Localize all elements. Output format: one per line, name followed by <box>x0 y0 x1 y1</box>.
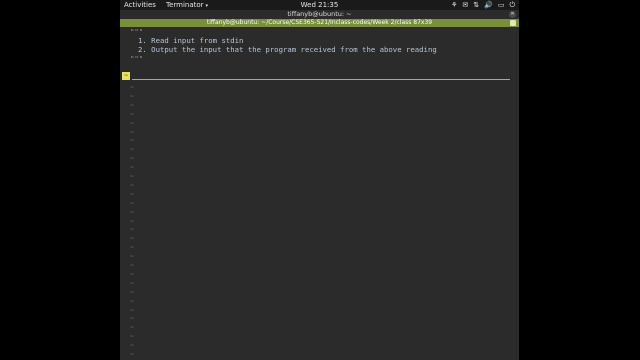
tilde-marker: ~ <box>130 190 134 198</box>
tilde-marker: ~ <box>130 253 134 261</box>
tilde-marker: ~ <box>130 164 134 172</box>
tilde-marker: ~ <box>130 351 134 358</box>
window-title: tiffanyb@ubuntu: ~ <box>287 10 352 18</box>
tilde-marker: ~ <box>130 333 134 341</box>
tilde-marker: ~ <box>130 84 134 91</box>
terminal-body[interactable]: """ 1. Read input from stdin 2. Output t… <box>120 27 519 360</box>
window-titlebar[interactable]: tiffanyb@ubuntu: ~ ✕ <box>120 10 519 19</box>
tilde-marker: ~ <box>130 155 134 163</box>
tilde-marker: ~ <box>130 146 134 154</box>
gnome-top-bar: Activities Terminator ▾ Wed 21:35 ⚘ ✉ ⇅ 🔊… <box>120 0 519 10</box>
tilde-marker: ~ <box>130 244 134 252</box>
tilde-marker: ~ <box>130 288 134 296</box>
tilde-marker: ~ <box>130 217 134 225</box>
power-icon[interactable]: ⏻ <box>509 0 515 10</box>
docstring-open: """ <box>130 27 144 36</box>
volume-icon[interactable]: 🔊 <box>484 0 493 10</box>
tilde-marker: ~ <box>130 137 134 145</box>
group-icon[interactable] <box>510 20 516 26</box>
tilde-marker: ~ <box>130 92 134 100</box>
docstring-close: """ <box>130 54 144 63</box>
tilde-marker: ~ <box>130 101 134 109</box>
close-button[interactable]: ✕ <box>509 11 516 18</box>
text-cursor: ~ <box>122 72 130 80</box>
text-line-2: 2. Output the input that the program rec… <box>138 45 437 54</box>
tilde-marker: ~ <box>130 262 134 269</box>
tilde-marker: ~ <box>130 208 134 216</box>
tilde-marker: ~ <box>130 110 134 118</box>
tilde-marker: ~ <box>130 270 134 278</box>
desktop-screen: Activities Terminator ▾ Wed 21:35 ⚘ ✉ ⇅ 🔊… <box>120 0 519 360</box>
network-icon[interactable]: ⇅ <box>473 0 479 10</box>
tilde-marker: ~ <box>130 128 134 136</box>
terminal-title: tiffanyb@ubuntu: ~/Course/CSE365-S21/Inc… <box>206 19 433 26</box>
tilde-marker: ~ <box>130 119 134 127</box>
tilde-marker: ~ <box>130 306 134 314</box>
tilde-marker: ~ <box>130 342 134 350</box>
tilde-marker: ~ <box>130 235 134 243</box>
tilde-marker: ~ <box>130 173 134 180</box>
text-line-1: 1. Read input from stdin <box>138 36 244 45</box>
tilde-marker: ~ <box>130 297 134 305</box>
scrollbar[interactable] <box>513 27 519 360</box>
tilde-marker: ~ <box>130 181 134 189</box>
terminal-title-strip[interactable]: tiffanyb@ubuntu: ~/Course/CSE365-S21/Inc… <box>120 19 519 27</box>
tilde-marker: ~ <box>130 199 134 207</box>
cursorline-rule <box>132 79 510 80</box>
keyboard-layout-icon[interactable]: ✉ <box>462 0 468 10</box>
system-tray[interactable]: ⚘ ✉ ⇅ 🔊 ▭ ⏻ <box>451 0 515 10</box>
tilde-marker: ~ <box>130 279 134 287</box>
tilde-marker: ~ <box>130 315 134 323</box>
tilde-marker: ~ <box>130 324 134 332</box>
accessibility-icon[interactable]: ⚘ <box>451 0 457 10</box>
tilde-marker: ~ <box>130 226 134 234</box>
battery-icon[interactable]: ▭ <box>498 0 505 10</box>
